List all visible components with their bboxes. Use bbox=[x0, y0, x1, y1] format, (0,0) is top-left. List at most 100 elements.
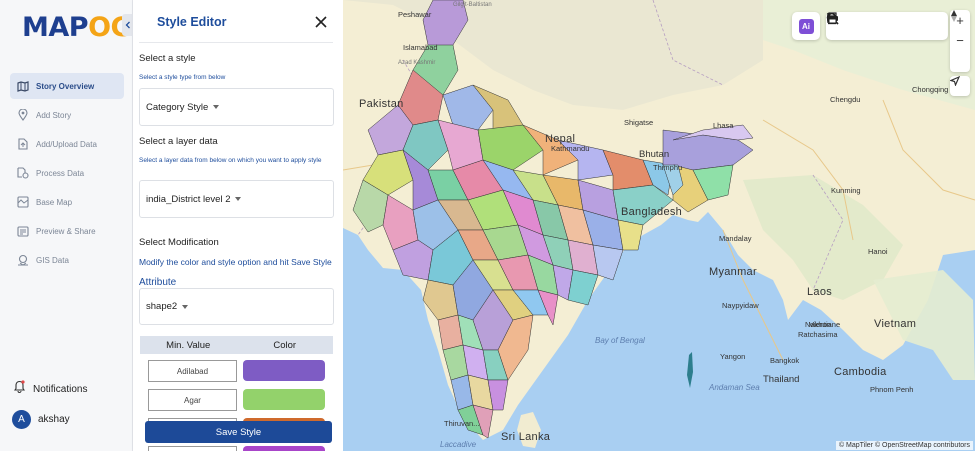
zoom-out-button[interactable]: − bbox=[950, 30, 970, 50]
location-pin-icon[interactable] bbox=[828, 12, 881, 34]
map-label-shigatse: Shigatse bbox=[624, 118, 654, 127]
table-row: Adilabad bbox=[148, 360, 325, 382]
map-label-vietnam: Vietnam bbox=[874, 318, 917, 330]
zoom-control: + − bbox=[950, 10, 970, 72]
map-label-bhutan: Bhutan bbox=[639, 149, 670, 160]
map-label-gilgit: Gilgit-Baltistan bbox=[453, 2, 492, 8]
share-icon bbox=[16, 224, 30, 238]
map-label-thimphu: Thimphu bbox=[653, 163, 683, 172]
map-label-andaman-sea: Andaman Sea bbox=[709, 383, 760, 392]
geolocate-button[interactable] bbox=[950, 76, 970, 96]
table-row bbox=[148, 446, 325, 451]
column-header-color: Color bbox=[273, 339, 297, 351]
print-icon[interactable] bbox=[827, 12, 936, 34]
map-label-peshawar: Peshawar bbox=[398, 10, 432, 19]
map-toolbar bbox=[826, 12, 948, 40]
sidebar-item-label: Base Map bbox=[36, 197, 73, 207]
map-label-kathmandu: Kathmandu bbox=[551, 144, 590, 153]
sidebar-item-label: Preview & Share bbox=[36, 226, 96, 236]
map-label-laccadive: Laccadive bbox=[440, 440, 477, 449]
map-label-chengdu: Chengdu bbox=[830, 95, 861, 104]
sidebar-item-add-story[interactable]: Add Story bbox=[10, 102, 124, 128]
logo-text: MAP bbox=[22, 12, 89, 43]
style-type-value: Category Style bbox=[146, 101, 209, 113]
panel-title: Style Editor bbox=[157, 15, 227, 29]
sidebar-item-label: Add Story bbox=[36, 110, 72, 120]
user-name: akshay bbox=[38, 414, 70, 425]
search-icon[interactable] bbox=[826, 12, 854, 34]
map-label-ratchasima: Ratchasima bbox=[798, 330, 838, 339]
sidebar-item-label: Add/Upload Data bbox=[36, 139, 97, 149]
measure-icon[interactable] bbox=[827, 13, 909, 34]
map-label-thiruvananthapuram: Thiruvan... bbox=[444, 419, 480, 428]
map-label-bangkok: Bangkok bbox=[770, 356, 800, 365]
modification-hint: Modify the color and style option and hi… bbox=[139, 257, 332, 267]
table-header: Min. Value Color bbox=[140, 336, 333, 354]
compass-button[interactable] bbox=[950, 10, 970, 70]
attribute-select[interactable]: shape2 bbox=[139, 288, 334, 325]
min-value-input[interactable]: Adilabad bbox=[148, 360, 237, 382]
divider bbox=[139, 42, 333, 43]
min-value-input[interactable]: Agar bbox=[148, 389, 237, 411]
min-value-input[interactable] bbox=[148, 446, 237, 451]
select-style-heading: Select a style bbox=[139, 53, 196, 64]
collapse-sidebar-button[interactable] bbox=[122, 14, 133, 36]
map-label-bay-of-bengal: Bay of Bengal bbox=[595, 336, 645, 345]
map-label-thailand: Thailand bbox=[763, 374, 800, 385]
map-attribution[interactable]: © MapTiler © OpenStreetMap contributors bbox=[835, 441, 973, 450]
select-style-hint: Select a style type from below bbox=[139, 74, 226, 81]
close-icon bbox=[313, 16, 329, 34]
gis-icon bbox=[16, 253, 30, 267]
select-layer-heading: Select a layer data bbox=[139, 136, 218, 147]
mapog-logo[interactable]: MAPOG bbox=[22, 10, 133, 46]
map-label-ajk: Azad Kashmir bbox=[398, 60, 436, 66]
map-label-cambodia: Cambodia bbox=[834, 366, 887, 378]
map-label-bangladesh: Bangladesh bbox=[621, 206, 683, 218]
sidebar-item-label: Story Overview bbox=[36, 81, 95, 91]
column-header-min-value: Min. Value bbox=[166, 339, 211, 351]
sidebar-item-label: Process Data bbox=[36, 168, 85, 178]
sidebar-item-base-map[interactable]: Base Map bbox=[10, 189, 124, 215]
color-swatch[interactable] bbox=[243, 360, 325, 381]
select-layer-hint: Select a layer data from below on which … bbox=[139, 157, 322, 164]
layer-select[interactable]: india_District level 2 bbox=[139, 180, 334, 218]
map-label-yangon: Yangon bbox=[720, 352, 746, 361]
close-button[interactable] bbox=[313, 14, 329, 30]
map-label-myanmar: Myanmar bbox=[709, 266, 757, 278]
bell-icon bbox=[13, 380, 26, 398]
map-label-pakistan: Pakistan bbox=[359, 98, 404, 110]
map-canvas[interactable]: Pakistan Islamabad Peshawar Azad Kashmir… bbox=[343, 0, 975, 451]
sidebar-item-label: GIS Data bbox=[36, 255, 69, 265]
color-swatch[interactable] bbox=[243, 446, 325, 451]
map-label-sri-lanka: Sri Lanka bbox=[501, 431, 551, 443]
sidebar-item-story-overview[interactable]: Story Overview bbox=[10, 73, 124, 99]
ai-assistant-button[interactable]: Ai bbox=[792, 12, 820, 40]
sidebar-item-preview-share[interactable]: Preview & Share bbox=[10, 218, 124, 244]
modification-heading: Select Modification bbox=[139, 237, 219, 248]
map-basemap bbox=[343, 0, 975, 448]
save-style-button[interactable]: Save Style bbox=[145, 421, 332, 443]
map-label-phnom-penh: Phnom Penh bbox=[870, 385, 914, 394]
avatar: A bbox=[12, 410, 31, 429]
sidebar-item-process-data[interactable]: Process Data bbox=[10, 160, 124, 186]
layer-value: india_District level 2 bbox=[146, 193, 231, 205]
caret-down-icon bbox=[235, 197, 242, 201]
map-label-naypyidaw: Naypyidaw bbox=[722, 301, 759, 310]
pin-icon bbox=[16, 108, 30, 122]
caret-down-icon bbox=[213, 105, 220, 109]
map-label-chongqing: Chongqing bbox=[912, 85, 949, 94]
sidebar-item-add-upload-data[interactable]: Add/Upload Data bbox=[10, 131, 124, 157]
map-label-islamabad: Islamabad bbox=[403, 43, 438, 52]
upload-icon bbox=[16, 137, 30, 151]
style-editor-panel: Style Editor Select a style Select a sty… bbox=[133, 0, 343, 451]
process-icon bbox=[16, 166, 30, 180]
notifications-button[interactable]: Notifications bbox=[13, 380, 87, 398]
user-profile[interactable]: A akshay bbox=[12, 410, 70, 429]
sidebar-item-gis-data[interactable]: GIS Data bbox=[10, 247, 124, 273]
color-swatch[interactable] bbox=[243, 389, 325, 410]
map-icon bbox=[16, 79, 30, 93]
style-type-select[interactable]: Category Style bbox=[139, 88, 334, 126]
caret-down-icon bbox=[182, 304, 189, 309]
table-row: Agar bbox=[148, 389, 325, 411]
map-label-laos: Laos bbox=[807, 286, 833, 298]
